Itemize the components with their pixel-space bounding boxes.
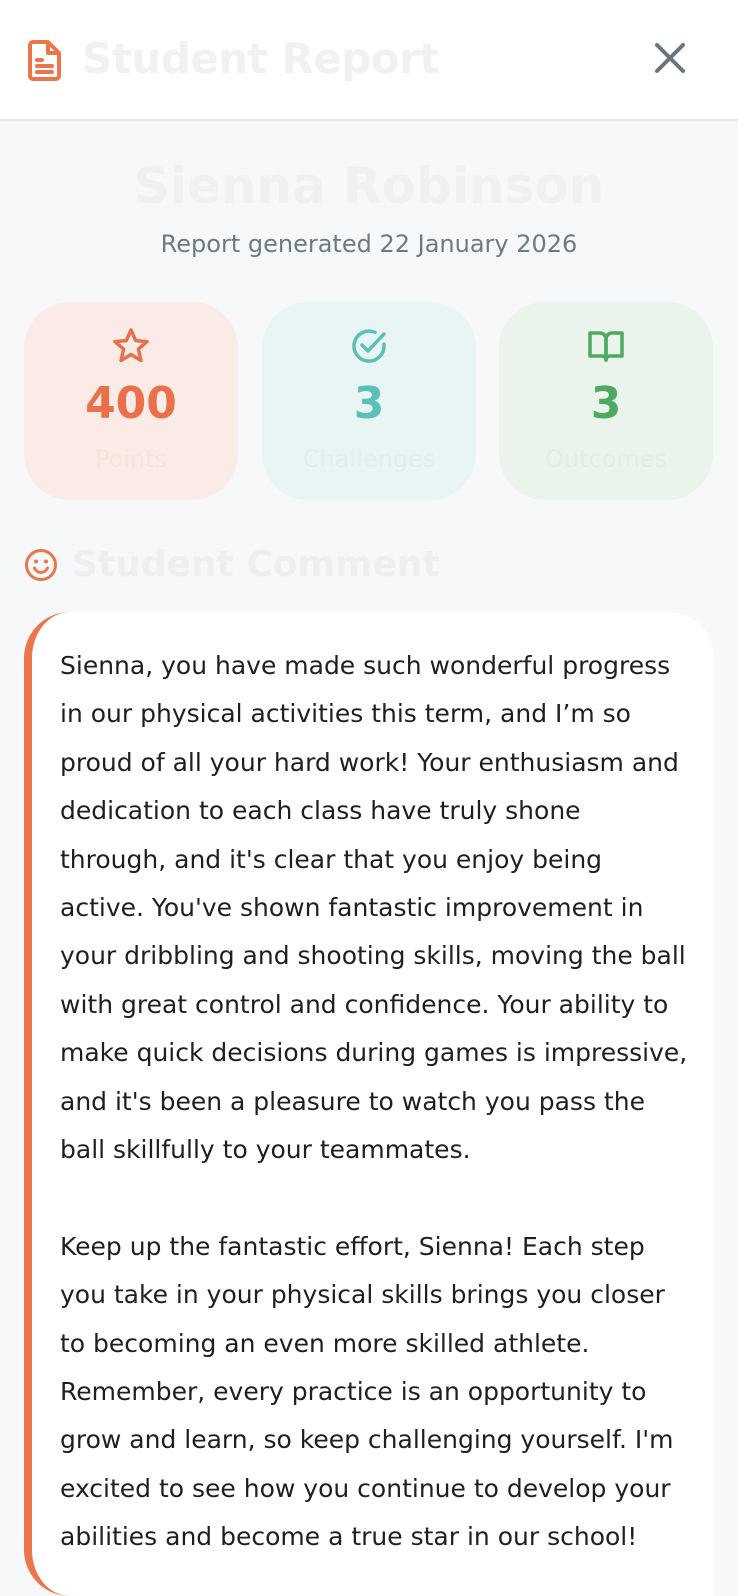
close-icon — [654, 42, 686, 78]
smiley-icon — [24, 548, 58, 582]
points-card: 400 Points — [24, 302, 238, 500]
points-value: 400 — [85, 378, 177, 429]
comment-paragraph: Sienna, you have made such wonderful pro… — [60, 651, 688, 1165]
book-icon — [586, 326, 626, 366]
challenges-value: 3 — [353, 378, 385, 429]
report-header: Student Report — [0, 0, 738, 121]
comment-text: Sienna, you have made such wonderful pro… — [60, 642, 690, 1596]
outcomes-value: 3 — [590, 378, 622, 429]
outcomes-label: Outcomes — [544, 445, 668, 473]
challenges-card: 3 Challenges — [262, 302, 476, 500]
comment-paragraph: Keep up the fantastic effort, Sienna! Ea… — [60, 1231, 674, 1552]
points-label: Points — [94, 445, 168, 473]
check-circle-icon — [349, 326, 389, 366]
student-report-page: Student Report Sienna Robinson Report ge… — [0, 0, 738, 1596]
star-icon — [111, 326, 151, 366]
outcomes-card: 3 Outcomes — [499, 302, 713, 500]
challenges-label: Challenges — [302, 445, 436, 473]
close-button[interactable] — [648, 38, 692, 82]
student-name: Sienna Robinson — [133, 157, 605, 215]
section-title-student-comment: Student Comment — [72, 544, 440, 585]
comment-card: Sienna, you have made such wonderful pro… — [24, 612, 714, 1596]
report-date: Report generated 22 January 2026 — [160, 230, 578, 258]
document-icon — [24, 38, 66, 82]
page-title: Student Report — [82, 34, 439, 83]
